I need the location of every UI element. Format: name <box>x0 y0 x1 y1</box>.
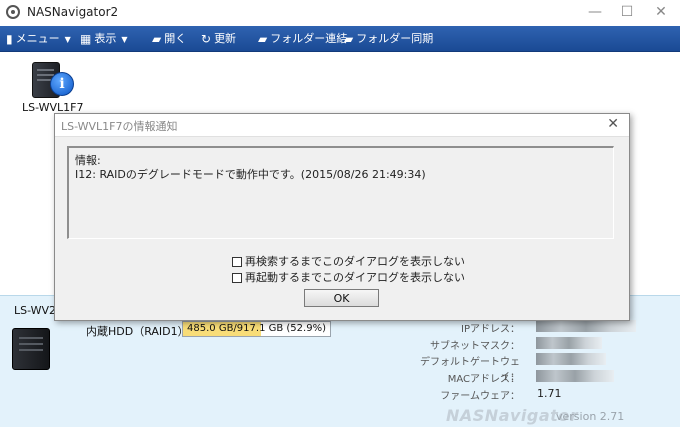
title-bar: NASNavigator2 — ☐ ✕ <box>0 0 680 26</box>
firmware-value: 1.71 <box>537 387 562 400</box>
ok-button[interactable]: OK <box>304 289 379 307</box>
version-text: version 2.71 <box>556 410 625 423</box>
mac-label: MACアドレス： <box>447 374 520 385</box>
checkbox-row-search[interactable]: 再検索するまでこのダイアログを表示しない <box>232 253 465 269</box>
folder-link-icon: ▰ <box>258 31 268 46</box>
nas-device-icon[interactable] <box>12 328 50 370</box>
redacted-value <box>536 353 606 365</box>
hdd-usage-text: 485.0 GB/917.1 GB (52.9%) <box>187 323 326 334</box>
grid-icon: ▦ <box>80 31 92 46</box>
view-button[interactable]: ▦ 表示 ▼ <box>80 26 128 51</box>
dialog-title-bar: LS-WVL1F7の情報通知 ✕ <box>55 114 629 137</box>
chevron-down-icon: ▼ <box>121 34 128 44</box>
menu-icon: ▮ <box>6 31 13 46</box>
folder-icon: ▰ <box>152 31 162 46</box>
folder-link-label: フォルダー連結 <box>270 32 348 45</box>
refresh-icon: ↻ <box>201 31 212 46</box>
checkbox-search-label: 再検索するまでこのダイアログを表示しない <box>245 255 465 268</box>
menu-button[interactable]: ▮ メニュー ▼ <box>6 26 71 51</box>
menu-label: メニュー <box>15 32 60 45</box>
open-button[interactable]: ▰ 開く <box>152 26 186 51</box>
chevron-down-icon: ▼ <box>64 34 71 44</box>
hdd-usage-bar: 485.0 GB/917.1 GB (52.9%) <box>182 321 331 337</box>
dialog-title: LS-WVL1F7の情報通知 <box>61 120 178 133</box>
view-label: 表示 <box>94 32 117 45</box>
folder-sync-label: フォルダー同期 <box>356 32 434 45</box>
maximize-button[interactable]: ☐ <box>610 2 644 22</box>
close-icon[interactable]: ✕ <box>607 116 619 132</box>
hdd-label: 内蔵HDD（RAID1） <box>86 325 189 338</box>
checkbox-row-restart[interactable]: 再起動するまでこのダイアログを表示しない <box>232 269 465 285</box>
checkbox-restart-label: 再起動するまでこのダイアログを表示しない <box>245 271 465 284</box>
redacted-value <box>536 337 602 349</box>
refresh-label: 更新 <box>214 32 237 45</box>
folder-link-button[interactable]: ▰ フォルダー連結 <box>258 26 347 51</box>
refresh-button[interactable]: ↻ 更新 <box>201 26 236 51</box>
minimize-button[interactable]: — <box>578 2 612 22</box>
info-icon: i <box>50 72 74 96</box>
redacted-value <box>536 370 614 382</box>
message-box: 情報: I12: RAIDのデグレードモードで動作中です。(2015/08/26… <box>67 146 614 239</box>
app-icon <box>6 5 20 19</box>
close-window-button[interactable]: ✕ <box>644 2 678 22</box>
message-text: I12: RAIDのデグレードモードで動作中です。(2015/08/26 21:… <box>75 168 426 181</box>
checkbox-search[interactable] <box>232 257 242 267</box>
toolbar: ▮ メニュー ▼ ▦ 表示 ▼ ▰ 開く ↻ 更新 ▰ フォルダー連結 ▰ フォルダー同期 <box>0 26 680 52</box>
open-label: 開く <box>164 32 187 45</box>
ip-label: IPアドレス： <box>461 324 520 335</box>
folder-sync-icon: ▰ <box>344 31 354 46</box>
redacted-value <box>536 320 636 332</box>
subnet-label: サブネットマスク： <box>430 341 520 352</box>
info-notification-dialog: LS-WVL1F7の情報通知 ✕ 情報: I12: RAIDのデグレードモードで… <box>54 113 630 321</box>
firmware-label: ファームウェア： <box>440 391 520 402</box>
app-title: NASNavigator2 <box>27 5 119 19</box>
checkbox-restart[interactable] <box>232 273 242 283</box>
folder-sync-button[interactable]: ▰ フォルダー同期 <box>344 26 433 51</box>
